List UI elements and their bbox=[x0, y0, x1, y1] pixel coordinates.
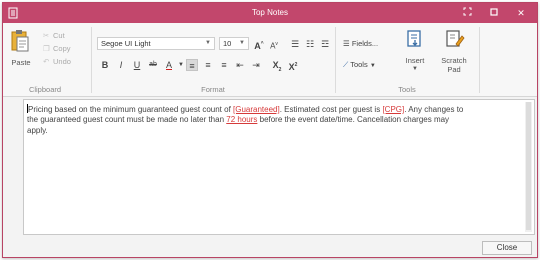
chevron-down-icon: ▼ bbox=[205, 40, 211, 46]
copy-icon: ❐ bbox=[43, 44, 50, 53]
close-icon[interactable]: ✕ bbox=[508, 3, 534, 23]
merge-field-guaranteed[interactable]: [Guaranteed] bbox=[233, 105, 280, 114]
fields-icon: ☰ bbox=[343, 39, 350, 48]
title-bar: Top Notes ✕ bbox=[3, 3, 537, 23]
undo-button[interactable]: ↶ Undo bbox=[43, 57, 71, 67]
scissors-icon: ✂ bbox=[43, 31, 50, 40]
notes-text-segment: Pricing based on the minimum guaranteed … bbox=[28, 105, 234, 114]
align-left-icon[interactable]: ≡ bbox=[186, 59, 198, 71]
format-group-label: Format bbox=[201, 85, 225, 94]
scratch-pad-button[interactable]: Scratch Pad bbox=[437, 29, 471, 83]
grow-font-button[interactable]: A^ bbox=[253, 38, 265, 51]
undo-label: Undo bbox=[53, 57, 71, 66]
copy-label: Copy bbox=[53, 44, 71, 53]
scrollbar-thumb[interactable] bbox=[526, 102, 531, 230]
pad-label: Pad bbox=[447, 65, 461, 74]
tools-label: Tools bbox=[350, 60, 368, 69]
chevron-down-icon: ▼ bbox=[412, 66, 418, 72]
notes-editor[interactable]: Pricing based on the minimum guaranteed … bbox=[23, 99, 535, 235]
wand-icon: ⟋ bbox=[343, 60, 349, 69]
copy-button[interactable]: ❐ Copy bbox=[43, 44, 71, 54]
vertical-scrollbar[interactable] bbox=[525, 102, 532, 232]
notes-text-segment: before the event date/time. Cancellation… bbox=[257, 115, 450, 125]
insert-button[interactable]: Insert ▼ bbox=[401, 29, 429, 83]
chevron-down-icon: ▼ bbox=[369, 63, 376, 69]
ribbon-separator bbox=[335, 27, 336, 93]
italic-button[interactable]: I bbox=[115, 59, 127, 71]
ribbon-separator bbox=[479, 27, 480, 93]
paste-icon bbox=[10, 29, 30, 52]
align-center-icon[interactable]: ≡ bbox=[202, 59, 214, 71]
strikethrough-button[interactable]: ab bbox=[147, 59, 159, 71]
numbering-icon[interactable]: ☷ bbox=[304, 38, 316, 50]
underline-button[interactable]: U bbox=[131, 59, 143, 71]
notes-text-segment: . Any changes to bbox=[404, 105, 464, 114]
fields-label: Fields... bbox=[351, 39, 379, 48]
ribbon: Paste ✂ Cut ❐ Copy ↶ Undo Clipboard Segoe U… bbox=[3, 23, 537, 97]
bold-button[interactable]: B bbox=[99, 59, 111, 71]
notes-text-segment: the guaranteed guest count must be made … bbox=[27, 115, 227, 125]
increase-indent-icon[interactable]: ⇥ bbox=[250, 59, 262, 71]
multilevel-list-icon[interactable]: ☲ bbox=[319, 38, 331, 50]
bullets-icon[interactable]: ☰ bbox=[289, 38, 301, 50]
font-color-button[interactable]: A bbox=[163, 59, 175, 71]
paste-button[interactable]: Paste bbox=[5, 25, 35, 83]
font-size-combo[interactable]: 10 ▼ bbox=[219, 37, 249, 50]
notes-text[interactable]: Pricing based on the minimum guaranteed … bbox=[27, 104, 515, 136]
clipboard-group-label: Clipboard bbox=[28, 85, 62, 94]
close-button[interactable]: Close bbox=[482, 241, 532, 255]
insert-icon bbox=[406, 29, 424, 51]
scratch-label: Scratch bbox=[441, 56, 467, 65]
merge-field-hours[interactable]: 72 hours bbox=[226, 115, 257, 124]
decrease-indent-icon[interactable]: ⇤ bbox=[234, 59, 246, 71]
maximize-icon[interactable] bbox=[481, 3, 507, 23]
font-name-value: Segoe UI Light bbox=[101, 39, 151, 48]
top-notes-window: Top Notes ✕ Paste ✂ Cut ❐ Copy ↶ Undo Cl… bbox=[2, 2, 538, 258]
font-name-combo[interactable]: Segoe UI Light ▼ bbox=[97, 37, 215, 50]
insert-label: Insert bbox=[405, 56, 425, 65]
merge-field-cpg[interactable]: [CPG] bbox=[382, 105, 404, 114]
notepad-pencil-icon bbox=[445, 29, 465, 51]
superscript-button[interactable]: X2 bbox=[287, 59, 299, 72]
notes-text-segment: . Estimated cost per guest is bbox=[279, 105, 383, 114]
restore-icon[interactable] bbox=[454, 3, 480, 23]
shrink-font-button[interactable]: Av bbox=[268, 38, 280, 51]
notes-text-segment: apply. bbox=[27, 125, 48, 135]
paste-label: Paste bbox=[11, 58, 31, 67]
cut-label: Cut bbox=[53, 31, 65, 40]
tools-group-label: Tools bbox=[398, 85, 416, 94]
ribbon-separator bbox=[91, 27, 92, 93]
chevron-down-icon: ▼ bbox=[239, 40, 245, 46]
align-right-icon[interactable]: ≡ bbox=[218, 59, 230, 71]
tools-button[interactable]: ⟋ Tools ▼ bbox=[343, 59, 376, 71]
subscript-button[interactable]: X2 bbox=[271, 59, 283, 73]
font-size-value: 10 bbox=[223, 39, 232, 48]
undo-icon: ↶ bbox=[43, 57, 50, 66]
fields-button[interactable]: ☰ Fields... bbox=[343, 38, 378, 50]
cut-button[interactable]: ✂ Cut bbox=[43, 31, 65, 41]
